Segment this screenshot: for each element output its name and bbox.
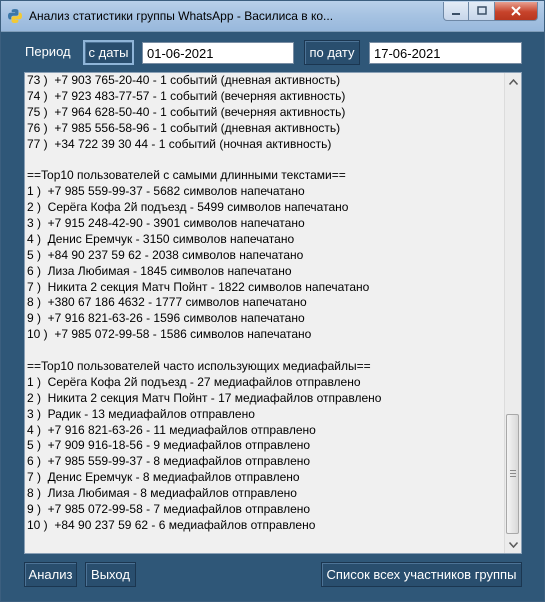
to-date-input[interactable] (369, 42, 522, 64)
app-window: Анализ статистики группы WhatsApp - Васи… (0, 0, 545, 602)
log-line: ==Top10 пользователей часто использующих… (27, 359, 371, 374)
close-icon (511, 6, 521, 16)
maximize-icon (476, 6, 487, 15)
to-date-button[interactable]: по дату (304, 40, 360, 65)
chevron-down-icon (508, 541, 518, 548)
log-line: 76 ) +7 985 556-58-96 - 1 событий (дневн… (27, 120, 341, 135)
exit-button[interactable]: Выход (85, 562, 136, 587)
vertical-scrollbar[interactable] (504, 73, 521, 553)
statistics-text: 73 ) +7 903 765-20-40 - 1 событий (дневн… (25, 73, 505, 553)
window-controls (443, 2, 538, 21)
log-line: 1 ) Серёга Кофа 2й подъезд - 27 медиафай… (27, 374, 361, 389)
scroll-up-arrow[interactable] (505, 73, 521, 90)
log-line: 8 ) Лиза Любимая - 8 медиафайлов отправл… (27, 486, 297, 501)
log-line: 74 ) +7 923 483-77-57 - 1 событий (вечер… (27, 88, 346, 103)
log-line: 3 ) +7 915 248-42-90 - 3901 символов нап… (27, 216, 305, 231)
log-line: 7 ) Денис Еремчук - 8 медиафайлов отправ… (27, 470, 300, 485)
log-line: 5 ) +7 909 916-18-56 - 9 медиафайлов отп… (27, 438, 311, 453)
log-line: 8 ) +380 67 186 4632 - 1777 символов нап… (27, 295, 307, 310)
log-line: 75 ) +7 964 628-50-40 - 1 событий (вечер… (27, 104, 346, 119)
log-line: 3 ) Радик - 13 медиафайлов отправлено (27, 406, 255, 421)
close-button[interactable] (495, 2, 538, 21)
log-line: 77 ) +34 722 39 30 44 - 1 событий (ночна… (27, 136, 332, 151)
python-app-icon (8, 9, 22, 23)
chevron-up-icon (508, 78, 518, 85)
log-line: 4 ) Денис Еремчук - 3150 символов напеча… (27, 231, 295, 246)
period-label: Период (25, 44, 71, 59)
log-line: 6 ) Лиза Любимая - 1845 символов напечат… (27, 263, 292, 278)
minimize-icon (452, 13, 460, 15)
log-line: 2 ) Серёга Кофа 2й подъезд - 5499 символ… (27, 200, 349, 215)
analyze-button[interactable]: Анализ (24, 562, 77, 587)
minimize-button[interactable] (443, 2, 469, 21)
window-title: Анализ статистики группы WhatsApp - Васи… (29, 9, 334, 23)
main-panel: Период с даты по дату 73 ) +7 903 765-20… (8, 32, 537, 594)
log-line: 9 ) +7 916 821-63-26 - 1596 символов нап… (27, 311, 305, 326)
log-line: ==Top10 пользователей с самыми длинными … (27, 168, 346, 183)
scrollbar-thumb[interactable] (506, 414, 519, 534)
log-line: 2 ) Никита 2 секция Матч Пойнт - 17 меди… (27, 390, 382, 405)
log-line: 1 ) +7 985 559-99-37 - 5682 символов нап… (27, 184, 305, 199)
log-line: 9 ) +7 985 072-99-58 - 7 медиафайлов отп… (27, 502, 311, 517)
group-members-list-button[interactable]: Список всех участников группы (321, 562, 522, 587)
log-line: 6 ) +7 985 559-99-37 - 8 медиафайлов отп… (27, 454, 311, 469)
log-line: 5 ) +84 90 237 59 62 - 2038 символов нап… (27, 247, 304, 262)
from-date-button[interactable]: с даты (83, 40, 134, 65)
scroll-down-arrow[interactable] (505, 536, 521, 553)
log-line: 10 ) +7 985 072-99-58 - 1586 символов на… (27, 327, 312, 342)
title-bar[interactable]: Анализ статистики группы WhatsApp - Васи… (1, 1, 544, 32)
log-line: 10 ) +84 90 237 59 62 - 6 медиафайлов от… (27, 517, 316, 532)
from-date-input[interactable] (142, 42, 294, 64)
log-line: 73 ) +7 903 765-20-40 - 1 событий (дневн… (27, 73, 341, 87)
log-line: 7 ) Никита 2 секция Матч Пойнт - 1822 си… (27, 279, 370, 294)
statistics-output[interactable]: 73 ) +7 903 765-20-40 - 1 событий (дневн… (24, 72, 522, 554)
maximize-button[interactable] (469, 2, 495, 21)
log-line: 4 ) +7 916 821-63-26 - 11 медиафайлов от… (27, 422, 316, 437)
